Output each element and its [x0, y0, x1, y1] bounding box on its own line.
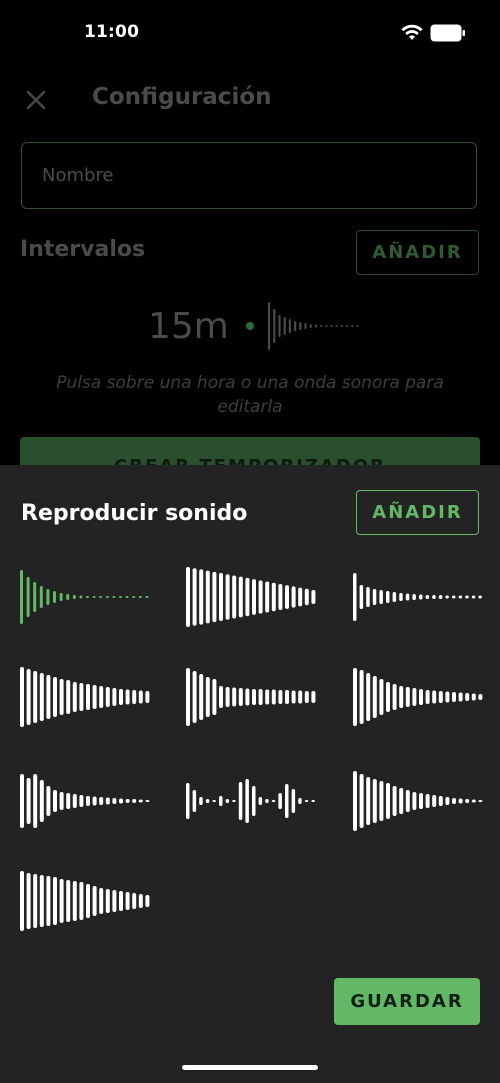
waveform-icon [186, 668, 316, 726]
sound-option-10[interactable] [20, 869, 150, 933]
name-field[interactable] [21, 142, 477, 209]
status-bar: 11:00 [0, 0, 500, 64]
sound-option-8[interactable] [186, 769, 316, 833]
sound-option-2[interactable] [186, 565, 316, 629]
page-title: Configuración [92, 84, 272, 110]
wifi-icon [401, 24, 423, 40]
interval-dot [246, 322, 254, 330]
close-icon[interactable] [22, 86, 50, 114]
waveform-icon [353, 573, 482, 621]
waveform-icon [20, 774, 150, 828]
battery-icon [430, 24, 465, 42]
waveform-icon [20, 667, 150, 727]
sound-option-9[interactable] [353, 769, 483, 833]
waveform-icon [353, 668, 483, 726]
waveform-icon [20, 570, 149, 624]
interval-item[interactable]: 15m [148, 298, 378, 354]
interval-time[interactable]: 15m [148, 306, 229, 347]
save-button[interactable]: GUARDAR [334, 978, 480, 1025]
waveform-icon [186, 779, 315, 823]
sound-option-3[interactable] [353, 565, 483, 629]
hint-text: Pulsa sobre una hora o una onda sonora p… [56, 373, 444, 417]
waveform-icon [186, 567, 316, 627]
home-indicator [182, 1065, 318, 1070]
sound-option-1[interactable] [20, 565, 150, 629]
sound-option-4[interactable] [20, 665, 150, 729]
sheet-title: Reproducir sonido [21, 501, 248, 526]
waveform-icon[interactable] [268, 300, 368, 352]
screen: 11:00 Configuración Intervalos AÑADIR 15… [0, 0, 500, 1083]
waveform-icon [20, 871, 150, 931]
intervals-title: Intervalos [20, 237, 146, 262]
waveform-icon [353, 771, 483, 831]
sound-bottom-sheet: Reproducir sonido AÑADIR GUARDAR [0, 465, 500, 1083]
sound-option-6[interactable] [353, 665, 483, 729]
status-time: 11:00 [84, 22, 140, 42]
add-interval-button[interactable]: AÑADIR [356, 230, 479, 275]
add-sound-button[interactable]: AÑADIR [356, 490, 479, 535]
sound-option-7[interactable] [20, 769, 150, 833]
sound-option-5[interactable] [186, 665, 316, 729]
